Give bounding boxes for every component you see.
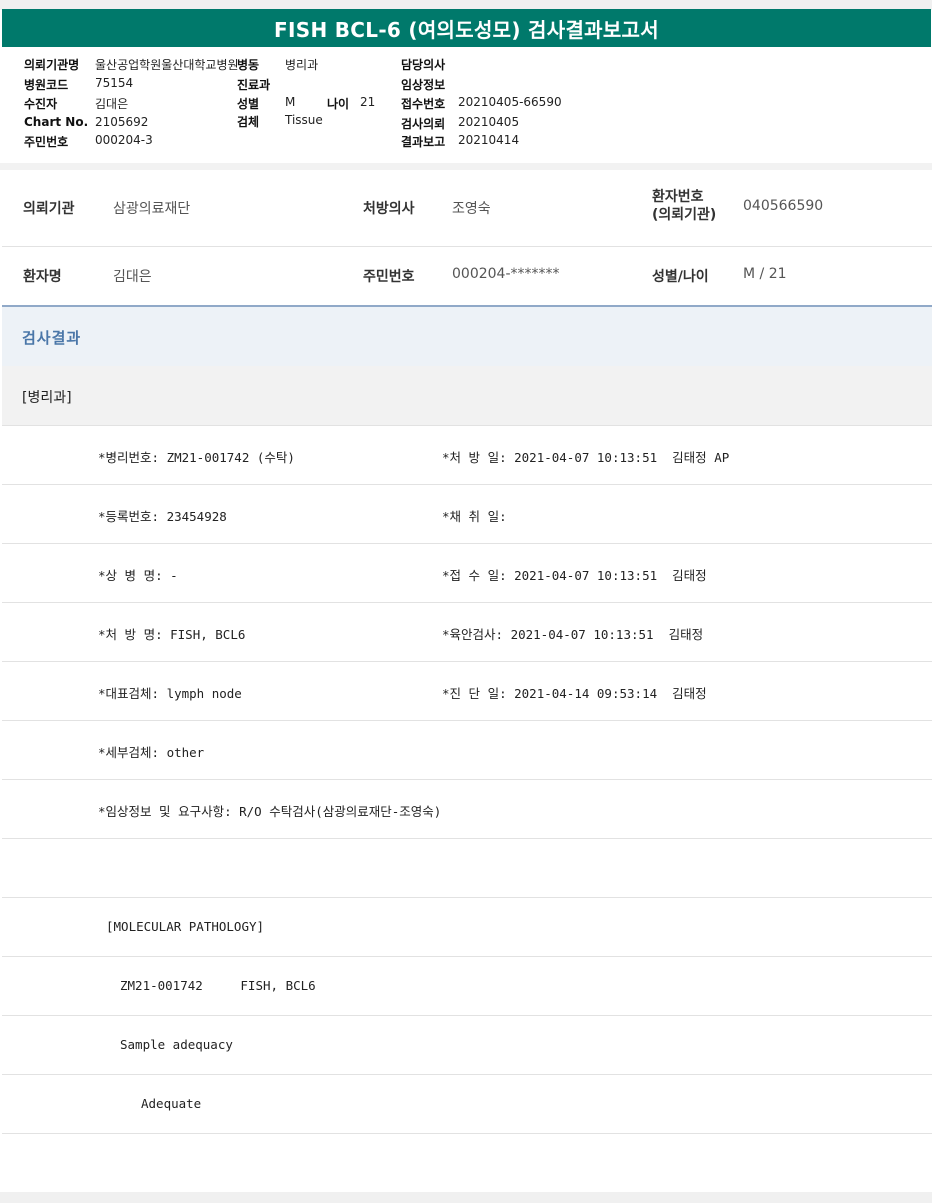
row-left-text: Adequate [141, 1096, 202, 1111]
info-patient-no-value: 040566590 [743, 198, 824, 214]
row-right-text: *육안검사: 2021-04-07 10:13:51 김태정 [442, 627, 704, 642]
info-ssn-value: 000204-******* [452, 266, 560, 282]
row-left-text: *임상정보 및 요구사항: R/O 수탁검사(삼광의료재단-조영숙) [98, 804, 442, 819]
result-row: *병리번호: ZM21-001742 (수탁) *처 방 일: 2021-04-… [2, 426, 932, 485]
info-patient-no-label-2: (의뢰기관) [652, 207, 717, 223]
result-row: [MOLECULAR PATHOLOGY] [2, 898, 932, 957]
ward-value: 병리과 [285, 58, 319, 72]
result-rows: *병리번호: ZM21-001742 (수탁) *처 방 일: 2021-04-… [2, 426, 932, 1134]
clinical-label: 임상정보 [401, 78, 446, 92]
row-left-text: *상 병 명: - [98, 568, 178, 583]
info-patient-name-value: 김대은 [113, 269, 152, 285]
row-left-text: *등록번호: 23454928 [98, 509, 227, 524]
info-sex-age-value: M / 21 [743, 266, 787, 282]
result-row: Sample adequacy [2, 1016, 932, 1075]
department-subheader: [병리과] [2, 366, 932, 426]
chart-no-value: 2105692 [95, 115, 149, 129]
result-row: *세부검체: other [2, 721, 932, 780]
result-row-blank [2, 839, 932, 898]
row-left-text: *대표검체: lymph node [98, 686, 242, 701]
row-left-text: [MOLECULAR PATHOLOGY] [106, 919, 265, 934]
examinee-value: 김대은 [95, 97, 129, 111]
result-row: *임상정보 및 요구사항: R/O 수탁검사(삼광의료재단-조영숙) [2, 780, 932, 839]
ssn-label: 주민번호 [24, 135, 69, 149]
row-left-text: Sample adequacy [120, 1037, 233, 1052]
specimen-value: Tissue [285, 113, 323, 127]
info-patient-name-label: 환자명 [23, 269, 62, 285]
specimen-label: 검체 [237, 115, 260, 129]
result-row: *처 방 명: FISH, BCL6 *육안검사: 2021-04-07 10:… [2, 603, 932, 662]
row-right-text: *채 취 일: [442, 509, 507, 524]
hospital-code-label: 병원코드 [24, 78, 69, 92]
accession-value: 20210405-66590 [458, 95, 562, 109]
result-row: *대표검체: lymph node *진 단 일: 2021-04-14 09:… [2, 662, 932, 721]
age-label: 나이 [327, 97, 350, 111]
row-left-text: *처 방 명: FISH, BCL6 [98, 627, 246, 642]
sex-label: 성별 [237, 97, 260, 111]
result-section-title: 검사결과 [22, 329, 82, 347]
request-label: 검사의뢰 [401, 117, 446, 131]
info-row-patient: 환자명 김대은 주민번호 000204-******* 성별/나이 M / 21 [2, 246, 932, 305]
report-date-label: 결과보고 [401, 135, 446, 149]
result-row: *상 병 명: - *접 수 일: 2021-04-07 10:13:51 김태… [2, 544, 932, 603]
row-left-text: *병리번호: ZM21-001742 (수탁) [98, 450, 295, 465]
info-doctor-value: 조영숙 [452, 201, 491, 217]
info-doctor-label: 처방의사 [363, 201, 415, 217]
dept-label: 진료과 [237, 78, 271, 92]
hospital-code-value: 75154 [95, 76, 134, 90]
examinee-label: 수진자 [24, 97, 58, 111]
result-row: Adequate [2, 1075, 932, 1134]
info-inst-value: 삼광의료재단 [113, 201, 191, 217]
row-left-text: *세부검체: other [98, 745, 205, 760]
row-right-text: *처 방 일: 2021-04-07 10:13:51 김태정 AP [442, 450, 730, 465]
age-value: 21 [360, 95, 376, 109]
report-title: FISH BCL-6 (여의도성모) 검사결과보고서 [2, 9, 931, 47]
info-patient-no-label-1: 환자번호 [652, 189, 704, 205]
report-header: 의뢰기관명 울산공업학원울산대학교병원 병동 병리과 담당의사 병원코드 751… [0, 50, 932, 154]
info-inst-label: 의뢰기관 [23, 201, 75, 217]
doctor-label: 담당의사 [401, 58, 446, 72]
bottom-bar [0, 1192, 932, 1203]
result-section-header: 검사결과 [2, 305, 932, 366]
ssn-value: 000204-3 [95, 133, 153, 147]
chart-no-label: Chart No. [24, 115, 89, 129]
department-subtitle: [병리과] [22, 390, 72, 406]
result-row: *등록번호: 23454928 *채 취 일: [2, 485, 932, 544]
report-date-value: 20210414 [458, 133, 520, 147]
request-value: 20210405 [458, 115, 520, 129]
institution-value: 울산공업학원울산대학교병원 [95, 58, 239, 72]
accession-label: 접수번호 [401, 97, 446, 111]
result-row: ZM21-001742 FISH, BCL6 [2, 957, 932, 1016]
info-sex-age-label: 성별/나이 [652, 269, 709, 285]
info-row-institution: 의뢰기관 삼광의료재단 처방의사 조영숙 환자번호 (의뢰기관) 0405665… [2, 170, 932, 247]
info-patient-no-label: 환자번호 (의뢰기관) [652, 188, 716, 224]
ward-label: 병동 [237, 58, 260, 72]
row-right-text: *접 수 일: 2021-04-07 10:13:51 김태정 [442, 568, 707, 583]
sex-value: M [285, 95, 296, 109]
info-ssn-label: 주민번호 [363, 269, 415, 285]
header-separator [0, 163, 932, 170]
institution-label: 의뢰기관명 [24, 58, 80, 72]
row-right-text: *진 단 일: 2021-04-14 09:53:14 김태정 [442, 686, 707, 701]
row-left-text: ZM21-001742 FISH, BCL6 [120, 978, 316, 993]
